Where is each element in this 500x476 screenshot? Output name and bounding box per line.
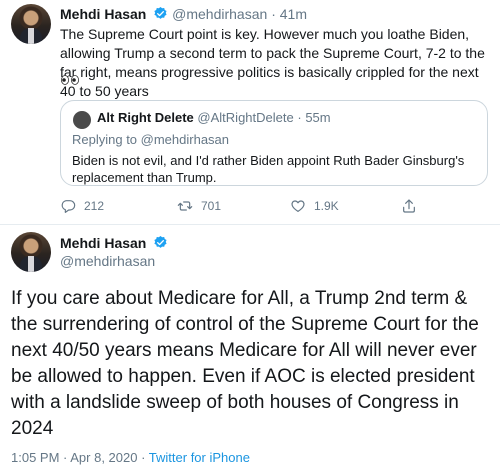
quoted-tweet[interactable]: Alt Right Delete @AltRightDelete · 55m R… [60, 100, 488, 186]
tweet-timestamp[interactable]: 1:05 PM · Apr 8, 2020 · [11, 450, 149, 465]
reply-button[interactable]: 212 [60, 198, 104, 214]
quote-author-handle[interactable]: @AltRightDelete [197, 110, 293, 125]
reply-count: 212 [84, 199, 105, 213]
quote-author-name[interactable]: Alt Right Delete [97, 110, 194, 125]
quote-avatar[interactable] [73, 111, 91, 129]
avatar[interactable] [11, 4, 51, 44]
reply-icon [61, 200, 76, 213]
share-icon [403, 199, 415, 213]
author-name-row: Mehdi Hasan [60, 235, 168, 251]
eyes-emoji [60, 75, 80, 88]
tweet-source-link[interactable]: Twitter for iPhone [149, 450, 250, 465]
replying-to[interactable]: Replying to @mehdirhasan [72, 132, 229, 147]
retweet-icon [177, 201, 193, 211]
like-button[interactable]: 1.9K [290, 198, 339, 214]
verified-badge-icon [154, 6, 167, 19]
heart-icon [291, 200, 305, 212]
tweet-actions: 212 701 1.9K [60, 198, 440, 216]
verified-badge-icon [154, 235, 167, 248]
author-name[interactable]: Mehdi Hasan [60, 235, 146, 251]
avatar[interactable] [11, 232, 51, 272]
tweet-text: The Supreme Court point is key. However … [60, 26, 485, 99]
tweet-meta: 1:05 PM · Apr 8, 2020 · Twitter for iPho… [11, 450, 250, 465]
separator: · [271, 6, 276, 22]
separator: · [297, 110, 302, 125]
retweet-button[interactable]: 701 [177, 198, 221, 214]
author-handle[interactable]: @mehdirhasan [60, 253, 155, 269]
quote-header: Alt Right Delete @AltRightDelete · 55m [97, 110, 331, 125]
share-button[interactable] [401, 198, 417, 214]
author-handle[interactable]: @mehdirhasan [172, 6, 267, 22]
tweet-header: Mehdi Hasan @mehdirhasan · 41m [60, 6, 307, 22]
retweet-count: 701 [201, 199, 222, 213]
tweet-time[interactable]: 41m [280, 6, 307, 22]
quote-time[interactable]: 55m [305, 110, 330, 125]
author-name[interactable]: Mehdi Hasan [60, 6, 146, 22]
divider [0, 224, 500, 225]
like-count: 1.9K [314, 199, 339, 213]
quote-text: Biden is not evil, and I'd rather Biden … [72, 153, 465, 185]
tweet-text: If you care about Medicare for All, a Tr… [11, 288, 479, 439]
